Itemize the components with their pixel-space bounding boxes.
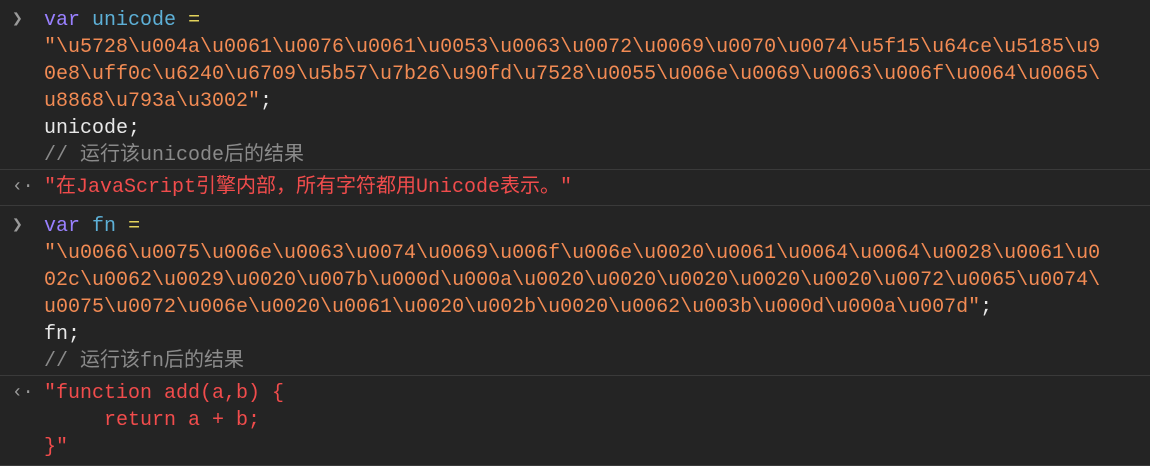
console-input-entry[interactable]: ❯ var unicode = "\u5728\u004a\u0061\u007… [0,0,1150,170]
keyword: var [44,215,81,238]
chevron-right-icon: ❯ [12,10,23,30]
string-line: "\u0066\u0075\u006e\u0063\u0074\u0069\u0… [44,242,1101,265]
string-line: 02c\u0062\u0029\u0020\u007b\u000d\u000a\… [44,269,1101,292]
string-line: u0075\u0072\u006e\u0020\u0061\u0020\u002… [44,296,981,319]
result-line: "在JavaScript引擎内部，所有字符都用Unicode表示。" [44,176,573,199]
terminator: ; [260,90,273,113]
identifier: unicode [92,9,177,32]
string-line: u8868\u793a\u3002" [44,90,261,113]
keyword: var [44,9,81,32]
expression-line: fn; [44,323,81,346]
comment-line: // 运行该unicode后的结果 [44,144,305,167]
code-line: var unicode = [44,7,1150,34]
return-arrow-icon: ‹· [12,383,34,403]
expression-line: unicode; [44,117,141,140]
comment-line: // 运行该fn后的结果 [44,350,245,373]
identifier: fn [92,215,117,238]
terminator: ; [980,296,993,319]
result-line: return a + b; [44,409,261,432]
string-line: 0e8\uff0c\u6240\u6709\u5b57\u7b26\u90fd\… [44,63,1101,86]
operator: = [188,9,201,32]
result-line: }" [44,436,69,459]
return-arrow-icon: ‹· [12,177,34,197]
result-line: "function add(a,b) { [44,382,285,405]
code-line: var fn = [44,213,1150,240]
chevron-right-icon: ❯ [12,216,23,236]
console-result-entry: ‹· "function add(a,b) { return a + b; }" [0,376,1150,466]
string-line: "\u5728\u004a\u0061\u0076\u0061\u0053\u0… [44,36,1101,59]
console-result-entry: ‹· "在JavaScript引擎内部，所有字符都用Unicode表示。" [0,170,1150,206]
console-input-entry[interactable]: ❯ var fn = "\u0066\u0075\u006e\u0063\u00… [0,206,1150,376]
operator: = [128,215,141,238]
